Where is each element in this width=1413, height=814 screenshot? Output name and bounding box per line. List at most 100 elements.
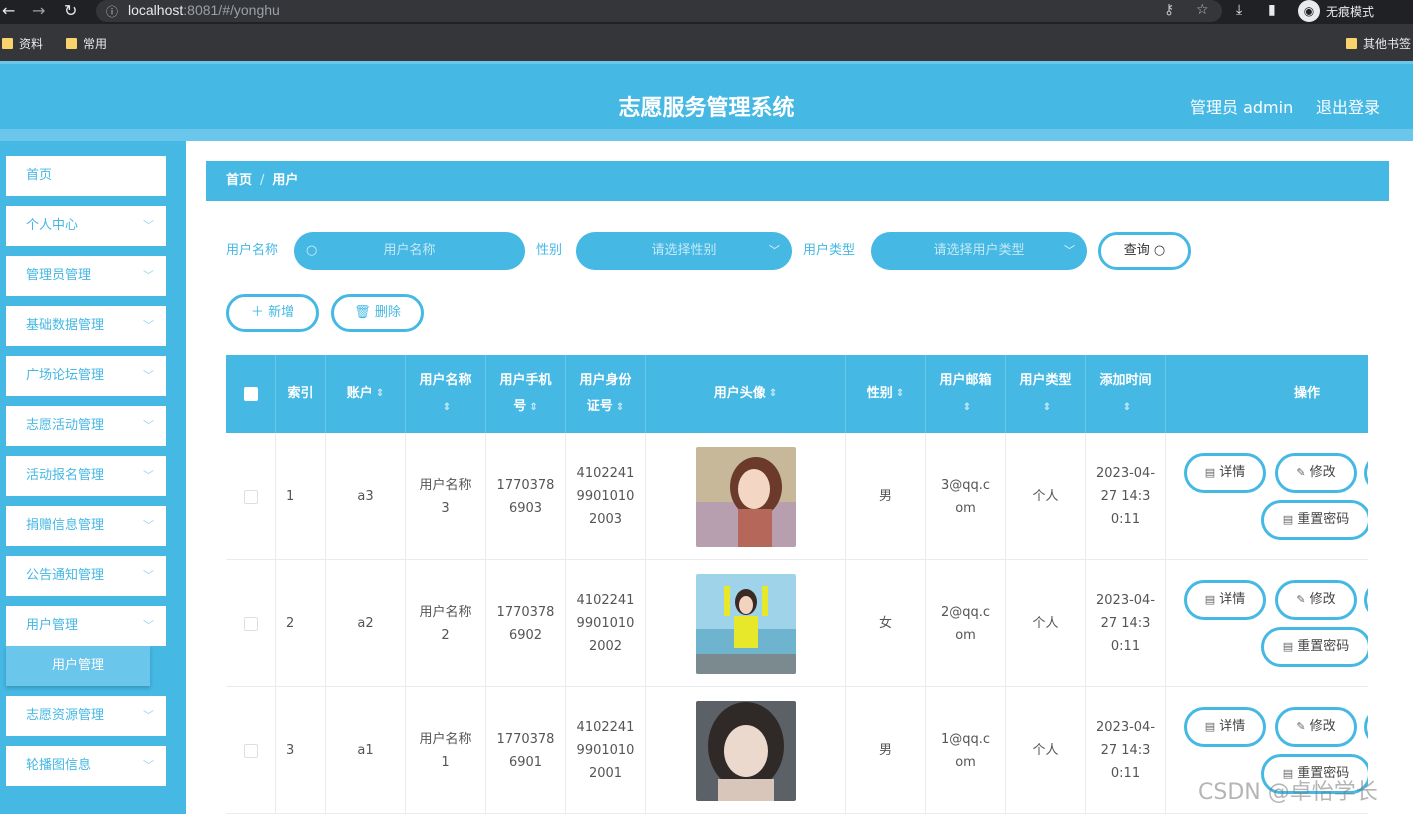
sort-icon[interactable]: ⇕: [769, 381, 777, 407]
plus-icon: ＋: [250, 305, 264, 320]
folder-icon: [2, 38, 13, 49]
sort-icon[interactable]: ⇕: [376, 381, 384, 407]
bookmark-folder[interactable]: 资料: [2, 35, 43, 52]
pencil-icon: ✎: [1296, 593, 1306, 606]
name-search-input[interactable]: ○ 用户名称: [294, 232, 525, 270]
sidebar-item-carousel[interactable]: 轮播图信息 ﹀: [6, 746, 166, 786]
type-label: 用户类型: [803, 243, 856, 258]
add-button[interactable]: ＋ 新增: [226, 294, 319, 332]
sort-icon[interactable]: ⇕: [529, 402, 537, 413]
col-ops: 操作: [1166, 355, 1368, 433]
sidebar-item-donations[interactable]: 捐赠信息管理 ﹀: [6, 506, 166, 546]
col-name[interactable]: 用户名称 ⇕: [406, 355, 486, 433]
col-id-card[interactable]: 用户身份证号 ⇕: [566, 355, 646, 433]
info-icon[interactable]: ⓘ: [106, 3, 118, 20]
users-table: 索引 账户 ⇕ 用户名称 ⇕ 用户手机号 ⇕ 用户身份证号 ⇕ 用户头像 ⇕ 性别 ⇕ 用户…: [226, 355, 1368, 814]
chevron-down-icon: ﹀: [143, 469, 154, 482]
cell-avatar: [646, 687, 846, 814]
edit-button[interactable]: ✎ 修改: [1275, 453, 1357, 493]
document-icon: ▤: [1204, 466, 1216, 479]
cell-account: a3: [326, 433, 406, 560]
document-icon: ▤: [1282, 640, 1294, 653]
col-avatar[interactable]: 用户头像 ⇕: [646, 355, 846, 433]
user-type-select[interactable]: 请选择用户类型 ﹀: [871, 232, 1087, 270]
sort-icon[interactable]: ⇕: [963, 402, 971, 413]
row-checkbox[interactable]: [243, 489, 258, 504]
header-strip: [0, 129, 1413, 141]
user-avatar-image[interactable]: [695, 446, 796, 547]
edit-button[interactable]: ✎ 修改: [1275, 707, 1357, 747]
breadcrumb-home[interactable]: 首页: [226, 173, 252, 188]
edit-button[interactable]: ✎ 修改: [1275, 580, 1357, 620]
col-email[interactable]: 用户邮箱 ⇕: [926, 355, 1006, 433]
sidebar-item-basic-data[interactable]: 基础数据管理 ﹀: [6, 306, 166, 346]
table-row: 1 a3 用户名称3 17703786903 41022419901010200…: [226, 433, 1368, 560]
chevron-down-icon: ﹀: [143, 569, 154, 582]
cell-id-card: 410224199010102003: [566, 433, 646, 560]
more-button[interactable]: [1364, 453, 1368, 493]
address-bar[interactable]: ⓘ localhost:8081/#/yonghu ⚷ ☆: [96, 0, 1222, 22]
user-avatar-image[interactable]: [695, 573, 796, 674]
sidebar-item-forum[interactable]: 广场论坛管理 ﹀: [6, 356, 166, 396]
col-added[interactable]: 添加时间 ⇕: [1086, 355, 1166, 433]
sidebar-item-notices[interactable]: 公告通知管理 ﹀: [6, 556, 166, 596]
reset-password-button[interactable]: ▤ 重置密码: [1261, 627, 1368, 667]
more-button[interactable]: [1364, 707, 1368, 747]
chevron-down-icon: ﹀: [143, 369, 154, 382]
document-icon: ▤: [1204, 593, 1216, 606]
cell-phone: 17703786901: [486, 687, 566, 814]
cell-added: 2023-04-27 14:30:11: [1086, 433, 1166, 560]
row-checkbox[interactable]: [243, 616, 258, 631]
detail-button[interactable]: ▤ 详情: [1184, 580, 1266, 620]
url-text: localhost:8081/#/yonghu: [128, 2, 280, 18]
breadcrumb: 首页 / 用户: [206, 161, 1389, 201]
sort-icon[interactable]: ⇕: [896, 381, 904, 407]
other-bookmarks[interactable]: 其他书签: [1346, 35, 1411, 52]
detail-button[interactable]: ▤ 详情: [1184, 453, 1266, 493]
back-icon[interactable]: ←: [2, 2, 15, 20]
table-row: 3 a1 用户名称1 17703786901 41022419901010200…: [226, 687, 1368, 814]
gender-select[interactable]: 请选择性别 ﹀: [576, 232, 792, 270]
sort-icon[interactable]: ⇕: [616, 402, 624, 413]
sidebar-item-admins[interactable]: 管理员管理 ﹀: [6, 256, 166, 296]
sidebar-subitem-users[interactable]: 用户管理: [6, 646, 150, 686]
col-gender[interactable]: 性别 ⇕: [846, 355, 926, 433]
select-all-checkbox[interactable]: [243, 387, 258, 401]
download-icon[interactable]: ⤓: [1236, 2, 1242, 18]
bookmark-folder[interactable]: 常用: [66, 35, 107, 52]
query-button[interactable]: 查询 ○: [1098, 232, 1191, 270]
detail-button[interactable]: ▤ 详情: [1184, 707, 1266, 747]
sidebar-item-profile[interactable]: 个人中心 ﹀: [6, 206, 166, 246]
user-avatar-image[interactable]: [695, 700, 796, 801]
sidebar-item-home[interactable]: 首页: [6, 156, 166, 196]
col-index: 索引: [276, 355, 326, 433]
logout-button[interactable]: 退出登录: [1316, 94, 1380, 118]
sidebar-item-activities[interactable]: 志愿活动管理 ﹀: [6, 406, 166, 446]
col-type[interactable]: 用户类型 ⇕: [1006, 355, 1086, 433]
sort-icon[interactable]: ⇕: [443, 402, 451, 413]
sort-icon[interactable]: ⇕: [1043, 402, 1051, 413]
reload-icon[interactable]: ↻: [64, 2, 77, 20]
delete-button[interactable]: 🗑 删除: [331, 294, 424, 332]
chevron-down-icon: ﹀: [769, 244, 780, 257]
col-phone[interactable]: 用户手机号 ⇕: [486, 355, 566, 433]
cell-id-card: 410224199010102001: [566, 687, 646, 814]
cell-type: 个人: [1006, 687, 1086, 814]
incognito-badge[interactable]: ◉ 无痕模式: [1298, 0, 1374, 22]
sidebar-item-signups[interactable]: 活动报名管理 ﹀: [6, 456, 166, 496]
search-icon: ○: [1153, 243, 1166, 258]
chevron-down-icon: ﹀: [143, 269, 154, 282]
sidepanel-icon[interactable]: ▮: [1268, 2, 1276, 18]
row-checkbox[interactable]: [243, 743, 258, 758]
more-button[interactable]: [1364, 580, 1368, 620]
reset-password-button[interactable]: ▤ 重置密码: [1261, 500, 1368, 540]
star-icon[interactable]: ☆: [1196, 2, 1209, 18]
sort-icon[interactable]: ⇕: [1123, 402, 1131, 413]
sidebar-item-users[interactable]: 用户管理 ﹀: [6, 606, 166, 646]
chevron-down-icon: ﹀: [143, 709, 154, 722]
sidebar-item-resources[interactable]: 志愿资源管理 ﹀: [6, 696, 166, 736]
col-account[interactable]: 账户 ⇕: [326, 355, 406, 433]
cell-avatar: [646, 560, 846, 687]
forward-icon[interactable]: →: [32, 2, 45, 20]
key-icon[interactable]: ⚷: [1164, 2, 1174, 18]
